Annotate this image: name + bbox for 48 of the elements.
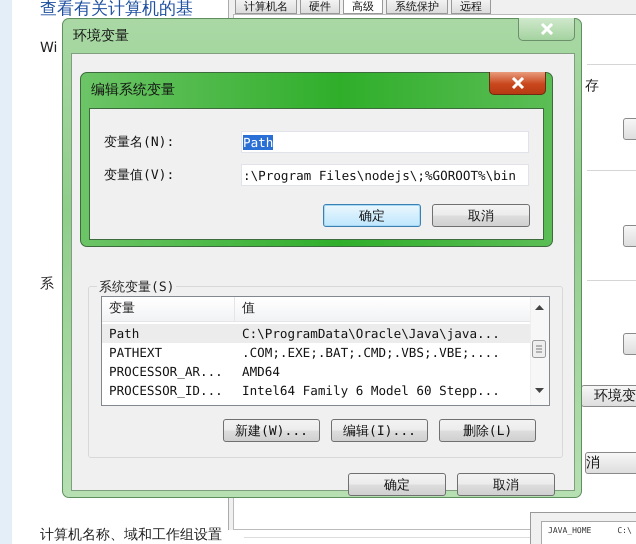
field-label: 变量值(V):	[104, 167, 176, 184]
scrollbar[interactable]	[530, 297, 549, 405]
dialog-button[interactable]: 确定	[348, 473, 446, 496]
scroll-up-icon[interactable]	[535, 305, 544, 310]
dialog-button[interactable]: 确定	[323, 204, 421, 227]
field-value: Path	[243, 134, 274, 150]
list-action-button[interactable]: 编辑(I)...	[331, 419, 428, 442]
tab[interactable]: 硬件	[300, 0, 340, 14]
table-cell-text: C:\ProgramData\Oracle\Java\java...	[241, 325, 501, 343]
dialog-button[interactable]: 取消	[432, 204, 530, 227]
dialog-button[interactable]: 取消	[457, 473, 555, 496]
tab[interactable]: 计算机名	[235, 0, 297, 14]
tab[interactable]: 远程	[451, 0, 491, 14]
list-action-button[interactable]: 删除(L)	[439, 419, 536, 442]
table-cell-text: .COM;.EXE;.BAT;.CMD;.VBS;.VBE;....	[241, 344, 501, 362]
column-header[interactable]: 变量	[102, 297, 235, 321]
column-header[interactable]: 值	[235, 297, 530, 321]
variable-name: JAVA_HOME	[548, 526, 592, 537]
environment-button[interactable]: 环境变	[581, 385, 636, 407]
table-cell-text: PATHEXT	[108, 344, 164, 362]
dialog-title: 编辑系统变量	[91, 81, 175, 99]
section-text: Wi	[40, 40, 58, 56]
scroll-down-icon[interactable]	[535, 388, 544, 393]
field-value: :\Program Files\nodejs\;%GOROOT%\bin	[243, 168, 516, 182]
window-title: 环境变量	[73, 27, 129, 45]
close-icon	[540, 23, 554, 35]
page-heading[interactable]: 查看有关计算机的基	[40, 0, 193, 19]
scroll-thumb-icon[interactable]	[532, 340, 546, 358]
table-cell-text: AMD64	[241, 363, 281, 381]
field-label: 变量名(N):	[104, 134, 176, 151]
table-cell-text: Path	[108, 325, 140, 343]
input-field[interactable]: :\Program Files\nodejs\;%GOROOT%\bin	[241, 164, 529, 186]
tab[interactable]: 高级	[343, 0, 383, 14]
variable-row[interactable]: Path C:\ProgramData\Oracle\Java\java...	[102, 324, 530, 343]
table-cell-text: Intel64 Family 6 Model 60 Stepp...	[241, 382, 501, 400]
cancel-button[interactable]: 消	[585, 452, 636, 474]
table-cell-text: PROCESSOR_AR...	[108, 363, 224, 381]
close-icon	[510, 77, 524, 89]
label-text: 存	[585, 77, 599, 95]
tab[interactable]: 系统保护	[386, 0, 448, 14]
section-heading: 计算机名称、域和工作组设置	[40, 526, 222, 544]
variable-value: C:\	[617, 526, 632, 537]
close-button[interactable]	[489, 72, 546, 95]
group-label: 系统变量(S)	[97, 278, 176, 296]
section-text: 系	[40, 275, 54, 293]
list-action-button[interactable]: 新建(W)...	[223, 419, 320, 442]
input-field[interactable]: Path	[241, 131, 529, 153]
table-cell-text: PROCESSOR_ID...	[108, 382, 224, 400]
